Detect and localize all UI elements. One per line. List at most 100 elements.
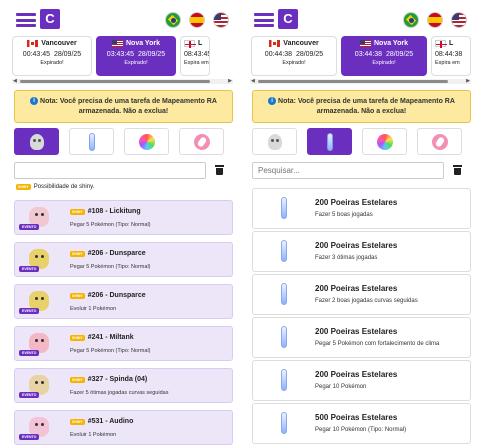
- rainbow-icon: [376, 133, 393, 150]
- flag-canada-icon: [269, 40, 281, 47]
- shiny-badge: SHINY: [70, 334, 85, 341]
- flag-brazil-icon[interactable]: [165, 12, 181, 28]
- timezone-city: L: [198, 40, 203, 47]
- scroll-left-icon[interactable]: ◀: [13, 79, 17, 84]
- flag-usa-icon[interactable]: [213, 12, 229, 28]
- task-card[interactable]: 200 Poeiras Estelares Pegar 10 Pokémon: [252, 360, 471, 401]
- event-badge: EVENTO: [19, 224, 40, 230]
- task-card[interactable]: 200 Poeiras Estelares Fazer 5 boas jogad…: [252, 188, 471, 229]
- timezone-city: Nova York: [126, 40, 160, 47]
- shiny-badge: SHINY: [70, 376, 85, 383]
- event-badge: EVENTO: [19, 434, 40, 440]
- filter-candy-button[interactable]: [417, 128, 462, 155]
- timezone-city: Vancouver: [283, 40, 319, 47]
- info-icon: i: [268, 97, 277, 106]
- pokemon-icon: [29, 133, 44, 150]
- filter-pokemon-button[interactable]: [14, 128, 59, 155]
- timezone-status: Expirado!: [124, 60, 148, 66]
- scrollbar-thumb[interactable]: [20, 80, 210, 83]
- timezone-status: Expira em: [435, 60, 460, 66]
- task-card[interactable]: 200 Poeiras Estelares Fazer 2 boas jogad…: [252, 274, 471, 315]
- hamburger-menu-icon[interactable]: [16, 13, 36, 27]
- task-card[interactable]: EVENTO SHINY #108 - Lickitung Pegar 5 Pok…: [14, 200, 233, 235]
- flag-uk-icon: [435, 40, 447, 48]
- task-title: #206 - Dunsparce: [87, 292, 146, 299]
- task-card[interactable]: EVENTO SHINY #327 - Spinda (04) Fazer 5 ó…: [14, 368, 233, 403]
- scroll-right-icon[interactable]: ▶: [228, 79, 232, 84]
- task-card[interactable]: EVENTO SHINY #241 - Miltank Pegar 5 Pokém…: [14, 326, 233, 361]
- task-card[interactable]: EVENTO SHINY #531 - Audino Evoluir 1 Poké…: [14, 410, 233, 445]
- event-badge: EVENTO: [19, 392, 40, 398]
- task-list: EVENTO SHINY #108 - Lickitung Pegar 5 Pok…: [14, 200, 233, 447]
- task-description: Fazer 5 ótimas jogadas curvas seguidas: [70, 390, 169, 396]
- flag-usa-icon: [112, 40, 123, 47]
- timezone-card[interactable]: Vancouver 00:43:45 28/09/25 Expirado!: [12, 36, 92, 76]
- scroll-left-icon[interactable]: ◀: [251, 79, 255, 84]
- timezone-time: 00:43:45: [22, 51, 51, 58]
- timezone-carousel: Vancouver 00:44:38 28/09/25 Expirado! No…: [251, 36, 471, 76]
- filter-stardust-button[interactable]: [307, 128, 352, 155]
- filter-candy-button[interactable]: [179, 128, 224, 155]
- task-description: Fazer 2 boas jogadas curvas seguidas: [315, 298, 418, 304]
- trash-icon[interactable]: [453, 165, 462, 175]
- task-description: Pegar 5 Pokémon com fortalecimento de cl…: [315, 341, 440, 347]
- task-title: 200 Poeiras Estelares: [315, 284, 398, 293]
- app-logo[interactable]: C: [278, 9, 298, 29]
- filter-stardust-button[interactable]: [69, 128, 114, 155]
- task-title: #531 - Audino: [87, 418, 134, 425]
- search-input[interactable]: [14, 162, 206, 179]
- timezone-card[interactable]: L 08:43:45 Expira em: [180, 36, 210, 76]
- timezone-card[interactable]: Vancouver 00:44:38 28/09/25 Expirado!: [251, 36, 337, 76]
- task-card[interactable]: 200 Poeiras Estelares Pegar 5 Pokémon co…: [252, 317, 471, 358]
- timezone-card-active[interactable]: Nova York 03:44:38 28/09/25 Expirado!: [341, 36, 427, 76]
- task-card[interactable]: 500 Poeiras Estelares Pegar 10 Pokémon (…: [252, 403, 471, 444]
- stardust-icon: [281, 326, 287, 348]
- filter-rainbow-button[interactable]: [362, 128, 407, 155]
- task-card[interactable]: EVENTO SHINY #206 - Dunsparce Pegar 5 Pok…: [14, 242, 233, 277]
- horizontal-scrollbar[interactable]: ◀ ▶: [12, 79, 233, 84]
- task-description: Evoluir 1 Pokémon: [70, 306, 117, 312]
- filter-pokemon-button[interactable]: [252, 128, 297, 155]
- timezone-card[interactable]: L 08:44:38 Expira em: [431, 36, 471, 76]
- timezone-status: Expirado!: [282, 60, 306, 66]
- flag-usa-icon[interactable]: [451, 12, 467, 28]
- scrollbar-thumb[interactable]: [258, 80, 448, 83]
- timezone-date: 28/09/25: [137, 51, 166, 58]
- horizontal-scrollbar[interactable]: ◀ ▶: [250, 79, 471, 84]
- timezone-carousel: Vancouver 00:43:45 28/09/25 Expirado! No…: [12, 36, 210, 76]
- note-text: Nota: Você precisa de uma tarefa de Mape…: [278, 98, 455, 115]
- note-banner: i Nota: Você precisa de uma tarefa de Ma…: [14, 90, 233, 123]
- task-description: Fazer 5 boas jogadas: [315, 212, 373, 218]
- flag-uk-icon: [184, 40, 196, 48]
- hamburger-menu-icon[interactable]: [254, 13, 274, 27]
- timezone-date: 28/09/25: [295, 51, 324, 58]
- info-icon: i: [30, 97, 39, 106]
- app-logo[interactable]: C: [40, 9, 60, 29]
- search-input[interactable]: [252, 162, 444, 179]
- flag-spain-icon[interactable]: [189, 12, 205, 28]
- language-selector: [165, 12, 229, 28]
- filter-rainbow-button[interactable]: [124, 128, 169, 155]
- stardust-icon: [88, 132, 95, 151]
- flag-canada-icon: [27, 40, 39, 47]
- top-bar: C: [248, 0, 473, 30]
- scroll-right-icon[interactable]: ▶: [466, 79, 470, 84]
- task-title: #206 - Dunsparce: [87, 250, 146, 257]
- task-title: 200 Poeiras Estelares: [315, 241, 398, 250]
- trash-icon[interactable]: [215, 165, 224, 175]
- task-card[interactable]: EVENTO SHINY #206 - Dunsparce Evoluir 1 P…: [14, 284, 233, 319]
- task-description: Evoluir 1 Pokémon: [70, 432, 117, 438]
- timezone-time: 00:44:38: [264, 51, 293, 58]
- stardust-icon: [281, 197, 287, 219]
- reward-filter-group: [252, 128, 462, 155]
- event-badge: EVENTO: [19, 266, 40, 272]
- stardust-icon: [281, 283, 287, 305]
- task-title: 200 Poeiras Estelares: [315, 327, 398, 336]
- task-card[interactable]: 200 Poeiras Estelares Fazer 3 ótimas jog…: [252, 231, 471, 272]
- timezone-card-active[interactable]: Nova York 03:43:45 28/09/25 Expirado!: [96, 36, 176, 76]
- flag-spain-icon[interactable]: [427, 12, 443, 28]
- candy-icon: [193, 133, 210, 150]
- flag-brazil-icon[interactable]: [403, 12, 419, 28]
- timezone-date: 28/09/25: [53, 51, 82, 58]
- task-title: 200 Poeiras Estelares: [315, 198, 398, 207]
